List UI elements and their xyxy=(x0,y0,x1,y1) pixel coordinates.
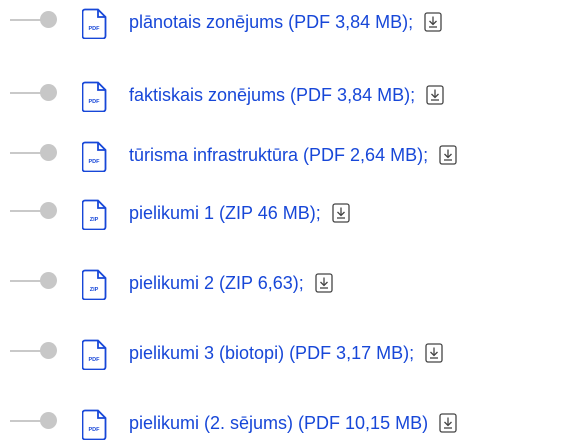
download-icon[interactable] xyxy=(439,145,457,165)
bullet-dot xyxy=(40,202,57,219)
list-item: ZIP pielikumi 1 (ZIP 46 MB); xyxy=(0,198,579,230)
bullet-dot xyxy=(40,84,57,101)
list-item: PDF pielikumi (2. sējums) (PDF 10,15 MB) xyxy=(0,408,579,440)
file-type-label: PDF xyxy=(89,357,101,363)
file-link-label[interactable]: faktiskais zonējums (PDF 3,84 MB); xyxy=(129,82,415,108)
pdf-file-icon[interactable]: PDF xyxy=(82,339,107,370)
file-link-label[interactable]: pielikumi (2. sējums) (PDF 10,15 MB) xyxy=(129,410,428,436)
list-item: PDF pielikumi 3 (biotopi) (PDF 3,17 MB); xyxy=(0,338,579,370)
pdf-file-icon[interactable]: PDF xyxy=(82,141,107,172)
file-link-label[interactable]: tūrisma infrastruktūra (PDF 2,64 MB); xyxy=(129,142,428,168)
file-link[interactable]: pielikumi 2 (ZIP 6,63); xyxy=(129,270,333,296)
file-link[interactable]: faktiskais zonējums (PDF 3,84 MB); xyxy=(129,82,444,108)
download-icon[interactable] xyxy=(424,12,442,32)
file-type-label: PDF xyxy=(89,99,101,105)
file-link[interactable]: pielikumi 1 (ZIP 46 MB); xyxy=(129,200,350,226)
list-item: PDF tūrisma infrastruktūra (PDF 2,64 MB)… xyxy=(0,140,579,172)
download-icon[interactable] xyxy=(439,413,457,433)
bullet-dot xyxy=(40,412,57,429)
file-type-label: PDF xyxy=(89,427,101,433)
pdf-file-icon[interactable]: PDF xyxy=(82,81,107,112)
bullet-dot xyxy=(40,272,57,289)
list-item: PDF faktiskais zonējums (PDF 3,84 MB); xyxy=(0,80,579,112)
file-link[interactable]: pielikumi (2. sējums) (PDF 10,15 MB) xyxy=(129,410,457,436)
list-item: PDF plānotais zonējums (PDF 3,84 MB); xyxy=(0,7,579,39)
file-list: PDF plānotais zonējums (PDF 3,84 MB); PD xyxy=(0,0,579,441)
pdf-file-icon[interactable]: PDF xyxy=(82,8,107,39)
list-item: ZIP pielikumi 2 (ZIP 6,63); xyxy=(0,268,579,300)
download-icon[interactable] xyxy=(315,273,333,293)
file-link[interactable]: tūrisma infrastruktūra (PDF 2,64 MB); xyxy=(129,142,457,168)
file-type-label: PDF xyxy=(89,159,101,165)
download-icon[interactable] xyxy=(425,343,443,363)
pdf-file-icon[interactable]: PDF xyxy=(82,409,107,440)
zip-file-icon[interactable]: ZIP xyxy=(82,269,107,300)
file-link-label[interactable]: pielikumi 3 (biotopi) (PDF 3,17 MB); xyxy=(129,340,414,366)
bullet-dot xyxy=(40,11,57,28)
file-type-label: PDF xyxy=(89,26,101,32)
file-link[interactable]: plānotais zonējums (PDF 3,84 MB); xyxy=(129,9,442,35)
zip-file-icon[interactable]: ZIP xyxy=(82,199,107,230)
file-link[interactable]: pielikumi 3 (biotopi) (PDF 3,17 MB); xyxy=(129,340,443,366)
download-icon[interactable] xyxy=(332,203,350,223)
file-type-label: ZIP xyxy=(90,217,99,223)
download-icon[interactable] xyxy=(426,85,444,105)
file-link-label[interactable]: plānotais zonējums (PDF 3,84 MB); xyxy=(129,9,413,35)
bullet-dot xyxy=(40,342,57,359)
file-link-label[interactable]: pielikumi 1 (ZIP 46 MB); xyxy=(129,200,321,226)
file-type-label: ZIP xyxy=(90,287,99,293)
file-link-label[interactable]: pielikumi 2 (ZIP 6,63); xyxy=(129,270,304,296)
bullet-dot xyxy=(40,144,57,161)
